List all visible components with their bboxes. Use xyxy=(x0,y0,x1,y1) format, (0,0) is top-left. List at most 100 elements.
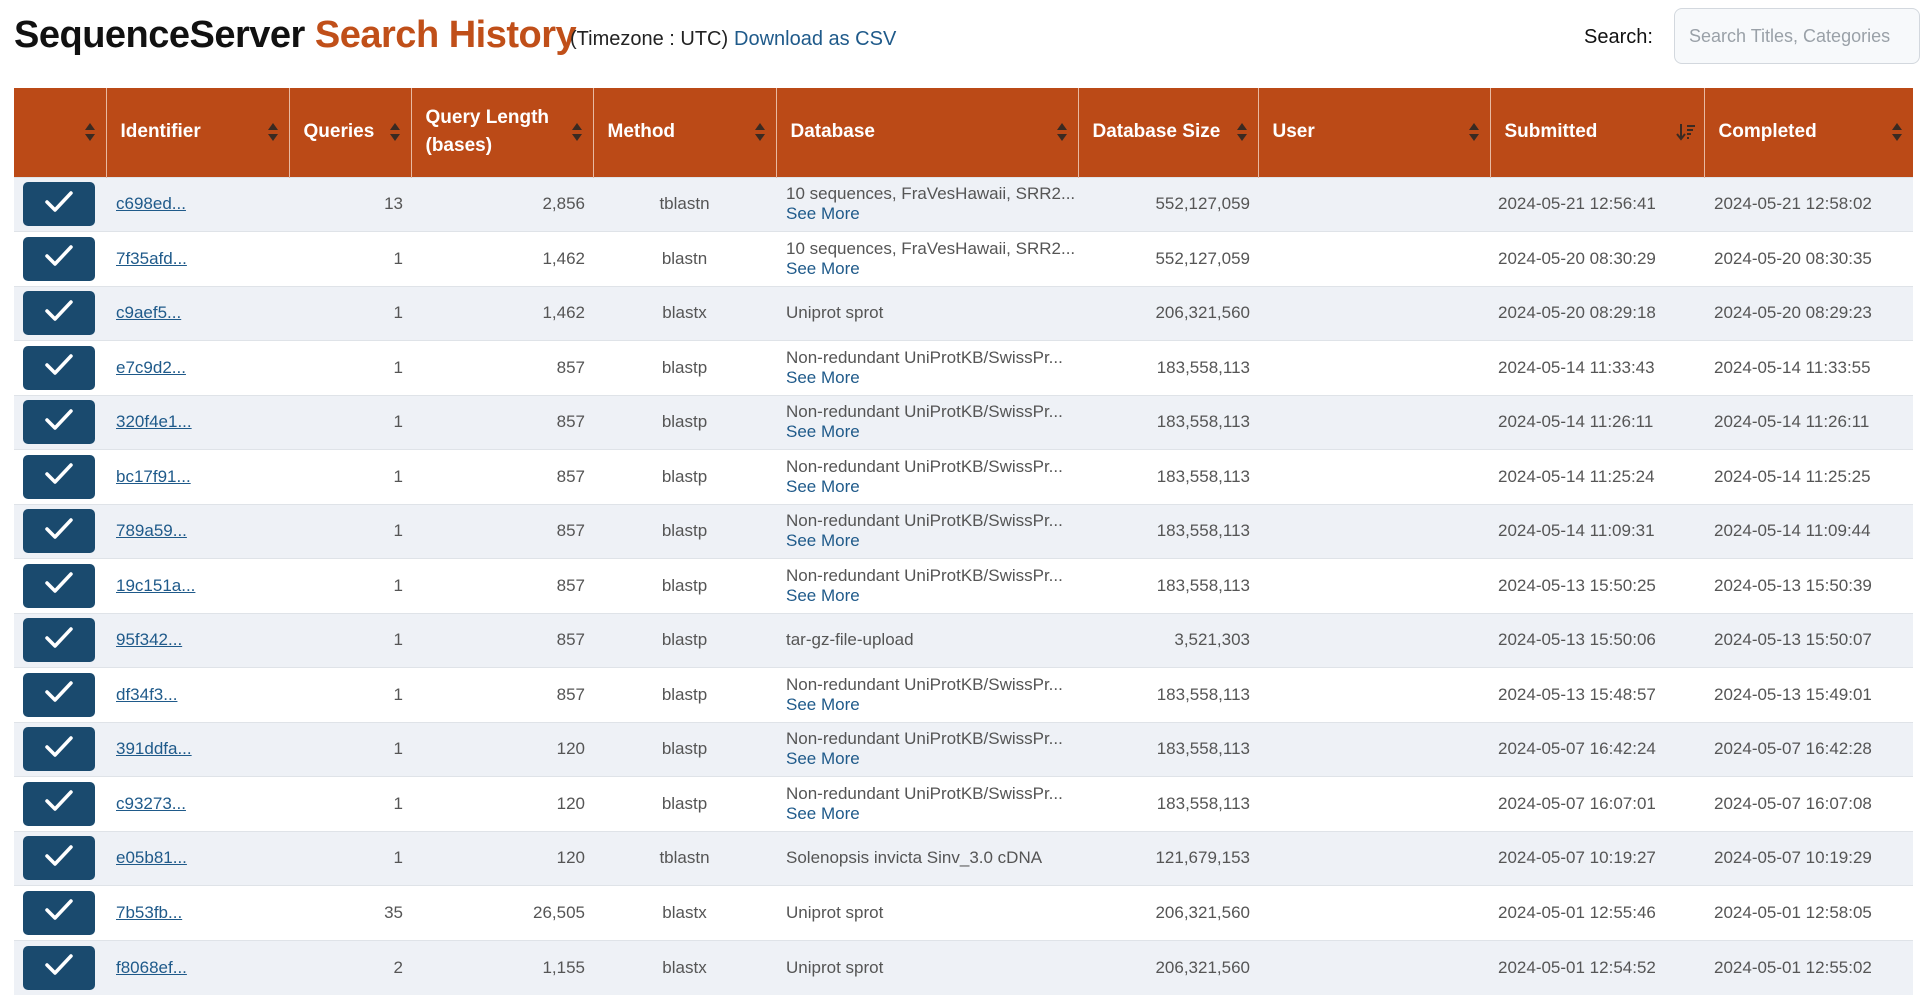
completed-value: 2024-05-14 11:25:25 xyxy=(1714,466,1871,486)
sort-icon[interactable] xyxy=(84,122,96,142)
identifier-link[interactable]: f8068ef... xyxy=(116,958,187,977)
completed-value: 2024-05-01 12:58:05 xyxy=(1714,902,1872,922)
submitted-value: 2024-05-14 11:25:24 xyxy=(1498,466,1655,486)
identifier-link[interactable]: e05b81... xyxy=(116,848,187,867)
cell-database: Non-redundant UniProtKB/SwissPr... See Mo… xyxy=(776,394,1078,450)
row-checkbox[interactable] xyxy=(23,836,95,881)
database-size-value: 3,521,303 xyxy=(1174,630,1250,650)
row-checkbox[interactable] xyxy=(23,291,95,336)
identifier-link[interactable]: df34f3... xyxy=(116,685,177,704)
check-icon xyxy=(44,299,74,328)
cell-identifier: c698ed... xyxy=(106,176,289,232)
identifier-link[interactable]: 391ddfa... xyxy=(116,739,192,758)
see-more-link[interactable]: See More xyxy=(786,422,1070,442)
sort-descending-icon[interactable] xyxy=(1675,122,1696,142)
download-csv-link[interactable]: Download as CSV xyxy=(734,28,896,51)
cell-user xyxy=(1258,939,1490,995)
identifier-link[interactable]: 95f342... xyxy=(116,630,182,649)
identifier-link[interactable]: bc17f91... xyxy=(116,467,191,486)
column-header-completed[interactable]: Completed xyxy=(1703,88,1913,177)
database-size-value: 183,558,113 xyxy=(1156,521,1250,541)
column-header-select[interactable] xyxy=(14,88,106,177)
sort-icon[interactable] xyxy=(571,122,583,142)
see-more-link[interactable]: See More xyxy=(786,695,1070,715)
sort-icon[interactable] xyxy=(389,122,401,142)
query-length-value: 857 xyxy=(556,630,585,650)
row-checkbox[interactable] xyxy=(23,400,95,445)
identifier-link[interactable]: 7b53fb... xyxy=(116,903,182,922)
row-checkbox[interactable] xyxy=(23,454,95,499)
cell-submitted: 2024-05-14 11:33:43 xyxy=(1490,340,1704,395)
cell-queries: 1 xyxy=(289,503,411,559)
sort-icon[interactable] xyxy=(267,122,279,142)
row-checkbox[interactable] xyxy=(23,945,95,990)
column-header-queries[interactable]: Queries xyxy=(288,88,411,177)
identifier-link[interactable]: c93273... xyxy=(116,794,186,813)
query-length-value: 857 xyxy=(556,521,585,541)
page-header: SequenceServer Search History (Timezone … xyxy=(14,0,1920,80)
row-checkbox[interactable] xyxy=(23,727,95,772)
identifier-link[interactable]: 19c151a... xyxy=(116,576,195,595)
cell-query-length: 857 xyxy=(411,449,593,504)
row-checkbox[interactable] xyxy=(23,509,95,554)
cell-identifier: e05b81... xyxy=(106,830,289,886)
cell-database: 10 sequences, FraVesHawaii, SRR2... See M… xyxy=(776,231,1078,286)
see-more-link[interactable]: See More xyxy=(786,531,1070,551)
column-header-database[interactable]: Database xyxy=(775,88,1078,177)
table-row: c698ed... 13 2,856 tblastn 10 sequences, Fra… xyxy=(14,176,1913,232)
identifier-link[interactable]: 320f4e1... xyxy=(116,412,192,431)
column-header-user[interactable]: User xyxy=(1257,88,1490,177)
identifier-link[interactable]: 789a59... xyxy=(116,521,187,540)
submitted-value: 2024-05-20 08:29:18 xyxy=(1498,303,1656,323)
column-header-identifier[interactable]: Identifier xyxy=(105,88,289,177)
row-checkbox[interactable] xyxy=(23,618,95,663)
sort-icon[interactable] xyxy=(754,122,766,142)
column-header-database-size[interactable]: Database Size xyxy=(1077,88,1258,177)
check-icon xyxy=(44,571,74,600)
completed-value: 2024-05-13 15:49:01 xyxy=(1714,684,1872,704)
column-header-method[interactable]: Method xyxy=(592,88,776,177)
cell-completed: 2024-05-20 08:30:35 xyxy=(1704,231,1913,286)
row-checkbox[interactable] xyxy=(23,890,95,935)
sort-icon[interactable] xyxy=(1056,122,1068,142)
row-checkbox[interactable] xyxy=(23,182,95,227)
identifier-link[interactable]: e7c9d2... xyxy=(116,358,186,377)
row-checkbox[interactable] xyxy=(23,345,95,390)
cell-completed: 2024-05-13 15:50:07 xyxy=(1704,612,1913,668)
see-more-link[interactable]: See More xyxy=(786,804,1070,824)
sort-icon[interactable] xyxy=(1236,122,1248,142)
identifier-link[interactable]: 7f35afd... xyxy=(116,249,187,268)
database-size-value: 183,558,113 xyxy=(1156,412,1250,432)
see-more-link[interactable]: See More xyxy=(786,586,1070,606)
cell-database: Non-redundant UniProtKB/SwissPr... See Mo… xyxy=(776,558,1078,613)
sort-icon[interactable] xyxy=(1891,122,1903,142)
cell-completed: 2024-05-07 16:42:28 xyxy=(1704,721,1913,777)
see-more-link[interactable]: See More xyxy=(786,259,1070,279)
search-input[interactable] xyxy=(1674,8,1920,64)
submitted-value: 2024-05-14 11:09:31 xyxy=(1498,521,1655,541)
cell-user xyxy=(1258,340,1490,395)
method-value: blastn xyxy=(661,248,708,268)
cell-user xyxy=(1258,885,1490,940)
query-length-value: 857 xyxy=(556,466,585,486)
submitted-value: 2024-05-14 11:26:11 xyxy=(1498,412,1654,432)
row-checkbox[interactable] xyxy=(23,563,95,608)
cell-database-size: 3,521,303 xyxy=(1078,612,1258,668)
query-length-value: 857 xyxy=(556,412,585,432)
cell-database-size: 552,127,059 xyxy=(1078,231,1258,286)
cell-query-length: 120 xyxy=(411,776,593,831)
cell-select xyxy=(14,939,106,995)
see-more-link[interactable]: See More xyxy=(786,204,1070,224)
sort-icon[interactable] xyxy=(1468,122,1480,142)
column-header-query-length[interactable]: Query Length (bases) xyxy=(410,88,593,177)
identifier-link[interactable]: c9aef5... xyxy=(116,303,181,322)
row-checkbox[interactable] xyxy=(23,781,95,826)
row-checkbox[interactable] xyxy=(23,672,95,717)
column-header-submitted[interactable]: Submitted xyxy=(1489,88,1704,177)
queries-value: 1 xyxy=(393,793,403,813)
identifier-link[interactable]: c698ed... xyxy=(116,194,186,213)
see-more-link[interactable]: See More xyxy=(786,749,1070,769)
row-checkbox[interactable] xyxy=(23,236,95,281)
see-more-link[interactable]: See More xyxy=(786,368,1070,388)
see-more-link[interactable]: See More xyxy=(786,477,1070,497)
